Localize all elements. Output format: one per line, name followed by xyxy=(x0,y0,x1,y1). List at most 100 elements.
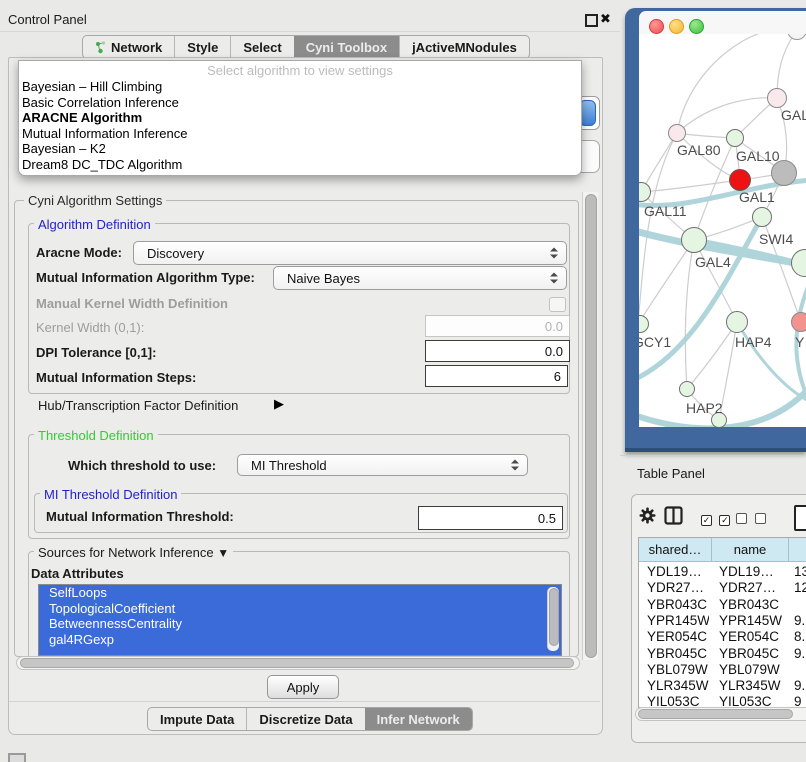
mi-threshold-group-title: MI Threshold Definition xyxy=(40,487,181,502)
attribute-list-scrollbar[interactable] xyxy=(547,587,559,651)
popup-item[interactable]: Bayesian – K2 xyxy=(19,141,581,157)
select-all-checks-icon[interactable]: ✓ ✓ xyxy=(701,510,730,528)
network-node-gal10[interactable] xyxy=(726,129,744,147)
network-node[interactable] xyxy=(791,312,806,332)
dpi-tolerance-input[interactable] xyxy=(425,340,570,362)
network-node-swi4[interactable] xyxy=(752,207,772,227)
tab-style[interactable]: Style xyxy=(174,36,230,58)
hub-section-label[interactable]: Hub/Transcription Factor Definition xyxy=(38,398,238,413)
table-function-icon[interactable] xyxy=(794,505,806,531)
table-rows: YDL19… YDL19… 13 YDR27… YDR27… 12 YBR043… xyxy=(639,562,806,707)
popup-item[interactable]: Mutual Information Inference xyxy=(19,126,581,142)
mi-threshold-input[interactable] xyxy=(418,506,563,530)
apply-button[interactable]: Apply xyxy=(267,675,339,699)
node-label: GAL80 xyxy=(677,142,721,158)
which-threshold-select[interactable]: MI Threshold xyxy=(237,454,528,476)
node-label: HAP2 xyxy=(686,400,723,416)
collapse-triangle-icon[interactable]: ▼ xyxy=(217,546,229,560)
mi-steps-label: Mutual Information Steps: xyxy=(36,370,196,385)
spinner-icon xyxy=(550,273,559,284)
panel-bottom-divider xyxy=(9,701,600,702)
expand-triangle-icon[interactable]: ▶ xyxy=(274,396,284,412)
node-label: SWI4 xyxy=(759,231,793,247)
network-node-gal1[interactable] xyxy=(729,169,751,191)
zoom-window-icon[interactable] xyxy=(689,19,704,34)
list-item[interactable]: TopologicalCoefficient xyxy=(39,601,561,617)
tab-discretize-data[interactable]: Discretize Data xyxy=(246,708,364,730)
network-node-gal4[interactable] xyxy=(681,227,707,253)
network-node-hap4[interactable] xyxy=(726,311,748,333)
kernel-width-input[interactable] xyxy=(425,315,570,337)
list-item[interactable]: gal4RGexp xyxy=(39,632,561,648)
minimize-window-icon[interactable] xyxy=(669,19,684,34)
sources-group-title: Sources for Network Inference ▼ xyxy=(34,545,233,560)
settings-vertical-scrollbar[interactable] xyxy=(582,192,598,660)
table-panel-header: Table Panel xyxy=(620,455,806,489)
network-icon xyxy=(95,41,106,54)
network-node-gal80[interactable] xyxy=(668,124,686,142)
close-window-icon[interactable] xyxy=(649,19,664,34)
tab-network[interactable]: Network xyxy=(83,36,174,58)
node-label: Y xyxy=(795,334,804,350)
tab-impute-data[interactable]: Impute Data xyxy=(148,708,246,730)
table-row[interactable]: YER054C YER054C 8. xyxy=(639,629,806,645)
table-row[interactable]: YDR27… YDR27… 12 xyxy=(639,580,806,596)
settings-horizontal-scrollbar[interactable] xyxy=(16,656,580,670)
mi-steps-input[interactable] xyxy=(425,365,568,387)
column-header-shared-name[interactable]: shared… xyxy=(639,538,712,562)
aracne-mode-select[interactable]: Discovery xyxy=(133,241,567,265)
tab-cyni-toolbox[interactable]: Cyni Toolbox xyxy=(294,36,399,58)
control-panel-title: Control Panel xyxy=(8,12,87,27)
node-label: GAL10 xyxy=(736,148,780,164)
data-attributes-list[interactable]: SelfLoops TopologicalCoefficient Between… xyxy=(38,584,562,656)
deselect-all-checks-icon[interactable] xyxy=(736,511,766,529)
table-panel-title: Table Panel xyxy=(637,466,705,481)
tab-select[interactable]: Select xyxy=(230,36,293,58)
table-row[interactable]: YBR043C YBR043C xyxy=(639,597,806,613)
manual-kernel-label: Manual Kernel Width Definition xyxy=(36,296,228,311)
float-panel-icon[interactable] xyxy=(585,14,598,27)
dpi-tolerance-label: DPI Tolerance [0,1]: xyxy=(36,345,156,360)
table-row[interactable]: YIL053C YIL053C 9 xyxy=(639,694,806,707)
list-item[interactable]: BetweennessCentrality xyxy=(39,616,561,632)
column-header-name[interactable]: name xyxy=(712,538,789,562)
mi-type-select[interactable]: Naive Bayes xyxy=(273,266,567,290)
control-panel-titlebar: Control Panel ✖ xyxy=(0,8,620,32)
network-window: GAL GAL80 GAL10 GAL1 GAL11 SWI4 GAL4 GCY… xyxy=(625,8,806,452)
close-panel-icon[interactable]: ✖ xyxy=(600,11,611,27)
table-toolbar: ✓ ✓ xyxy=(632,503,806,531)
table-row[interactable]: YBR045C YBR045C 9. xyxy=(639,646,806,662)
list-item[interactable]: SelfLoops xyxy=(39,585,561,601)
node-label: GAL4 xyxy=(695,254,731,270)
mi-type-label: Mutual Information Algorithm Type: xyxy=(36,270,255,285)
gear-icon[interactable] xyxy=(639,507,656,524)
network-node-hap2[interactable] xyxy=(679,381,695,397)
node-label: GAL xyxy=(781,107,806,123)
table-row[interactable]: YDL19… YDL19… 13 xyxy=(639,564,806,580)
network-node[interactable] xyxy=(767,88,787,108)
tab-jactivemnodules[interactable]: jActiveMNodules xyxy=(399,36,529,58)
threshold-definition-title: Threshold Definition xyxy=(34,428,158,443)
popup-item-highlighted[interactable]: ARACNE Algorithm xyxy=(19,110,581,126)
kernel-width-label: Kernel Width (0,1): xyxy=(36,320,144,335)
data-attributes-label: Data Attributes xyxy=(31,566,124,581)
table-horizontal-scrollbar[interactable] xyxy=(635,707,806,721)
columns-icon[interactable] xyxy=(664,506,683,525)
minimized-panel-icon[interactable] xyxy=(8,753,26,762)
control-panel-tabstrip: Network Style Select Cyni Toolbox jActiv… xyxy=(82,35,530,59)
popup-item[interactable]: Bayesian – Hill Climbing xyxy=(19,79,581,95)
column-header-partial[interactable] xyxy=(789,538,806,562)
table-row[interactable]: YPR145W YPR145W 9. xyxy=(639,613,806,629)
popup-item[interactable]: Dream8 DC_TDC Algorithm xyxy=(19,157,581,173)
manual-kernel-checkbox[interactable] xyxy=(549,297,566,312)
popup-item[interactable]: Basic Correlation Inference xyxy=(19,95,581,111)
cyni-algorithm-settings-title: Cyni Algorithm Settings xyxy=(24,193,166,208)
tab-infer-network[interactable]: Infer Network xyxy=(365,708,472,730)
network-canvas[interactable]: GAL GAL80 GAL10 GAL1 GAL11 SWI4 GAL4 GCY… xyxy=(639,34,806,427)
algorithm-definition-title: Algorithm Definition xyxy=(34,217,155,232)
table-row[interactable]: YBL079W YBL079W xyxy=(639,662,806,678)
node-label: GAL1 xyxy=(739,189,775,205)
screen: Control Panel ✖ Network Style Select Cyn… xyxy=(0,0,806,762)
table-row[interactable]: YLR345W YLR345W 9. xyxy=(639,678,806,694)
spinner-icon xyxy=(511,460,520,471)
